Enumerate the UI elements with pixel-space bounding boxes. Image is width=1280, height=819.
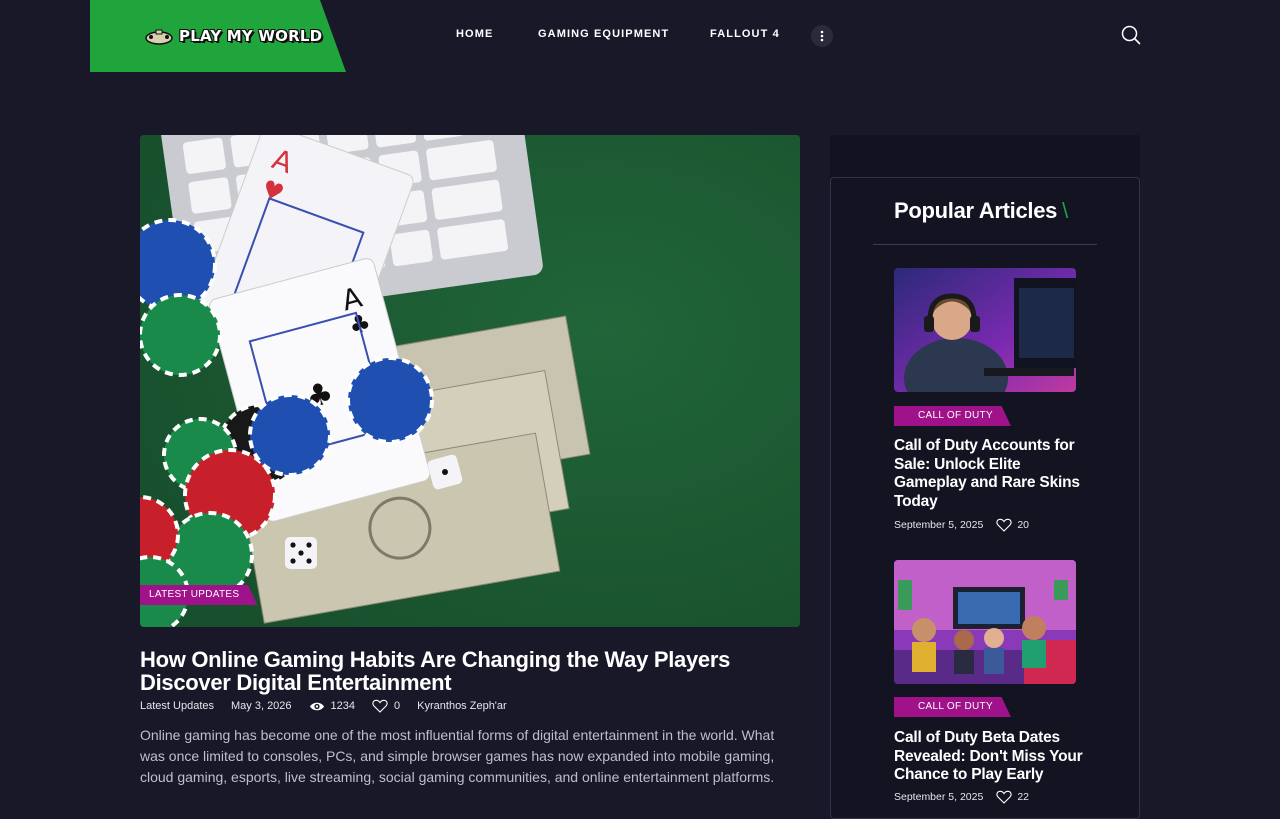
nav-home[interactable]: HOME bbox=[456, 28, 493, 40]
popular-article-likes-count-2: 22 bbox=[1017, 791, 1029, 803]
meta-author[interactable]: Kyranthos Zeph'ar bbox=[417, 700, 507, 712]
heart-icon bbox=[996, 518, 1012, 532]
popular-article-date-1: September 5, 2025 bbox=[894, 519, 984, 531]
featured-article-excerpt: Online gaming has become one of the most… bbox=[140, 727, 775, 785]
popular-article-likes-count-1: 20 bbox=[1017, 519, 1029, 531]
featured-category-badge[interactable]: LATEST UPDATES bbox=[140, 585, 258, 605]
heart-icon bbox=[996, 790, 1012, 804]
popular-article-image-1[interactable] bbox=[894, 268, 1076, 392]
logo-text: PLAY MY WORLD bbox=[179, 27, 323, 45]
popular-article-title-2[interactable]: Call of Duty Beta Dates Revealed: Don't … bbox=[894, 729, 1084, 785]
popular-heading-text: Popular Articles bbox=[894, 198, 1058, 223]
heading-accent: \ bbox=[1062, 198, 1068, 223]
popular-articles-heading: Popular Articles \ bbox=[894, 198, 1068, 224]
search-button[interactable] bbox=[1120, 24, 1142, 46]
meta-likes[interactable]: 0 bbox=[372, 699, 400, 713]
popular-article-meta-2: September 5, 2025 22 bbox=[894, 790, 1029, 804]
featured-article-meta: Latest Updates May 3, 2026 1234 0 Kyrant… bbox=[140, 699, 524, 713]
nav-fallout-4[interactable]: FALLOUT 4 bbox=[710, 28, 780, 40]
eye-icon bbox=[309, 702, 324, 710]
friends-gaming-illustration bbox=[894, 560, 1076, 684]
popular-article-date-2: September 5, 2025 bbox=[894, 791, 984, 803]
meta-likes-count: 0 bbox=[394, 700, 401, 712]
featured-article-image[interactable]: A ♥ A ♣ ♣ bbox=[140, 135, 800, 627]
sidebar-top-block bbox=[830, 135, 1140, 179]
logo-mark-icon bbox=[145, 29, 173, 45]
meta-date: May 3, 2026 bbox=[231, 700, 292, 712]
featured-image-illustration: A ♥ A ♣ ♣ bbox=[140, 135, 800, 627]
more-menu-button[interactable] bbox=[811, 25, 833, 47]
popular-article-meta-1: September 5, 2025 20 bbox=[894, 518, 1029, 532]
gamer-illustration bbox=[894, 268, 1076, 392]
popular-article-image-2[interactable] bbox=[894, 560, 1076, 684]
search-icon bbox=[1121, 25, 1141, 45]
popular-article-category-2[interactable]: CALL OF DUTY bbox=[894, 697, 1011, 717]
heart-icon bbox=[372, 699, 388, 713]
popular-article-title-1[interactable]: Call of Duty Accounts for Sale: Unlock E… bbox=[894, 437, 1084, 511]
popular-article-category-1[interactable]: CALL OF DUTY bbox=[894, 406, 1011, 426]
site-logo[interactable]: PLAY MY WORLD bbox=[143, 24, 322, 48]
featured-article-title[interactable]: How Online Gaming Habits Are Changing th… bbox=[140, 648, 810, 694]
vertical-dots-icon bbox=[820, 30, 824, 42]
nav-gaming-equipment[interactable]: GAMING EQUIPMENT bbox=[538, 28, 669, 40]
meta-category[interactable]: Latest Updates bbox=[140, 700, 214, 712]
meta-views: 1234 bbox=[309, 700, 355, 712]
popular-article-likes-1[interactable]: 20 bbox=[996, 518, 1029, 532]
meta-views-count: 1234 bbox=[330, 700, 356, 712]
popular-article-likes-2[interactable]: 22 bbox=[996, 790, 1029, 804]
sidebar-divider bbox=[873, 244, 1097, 245]
